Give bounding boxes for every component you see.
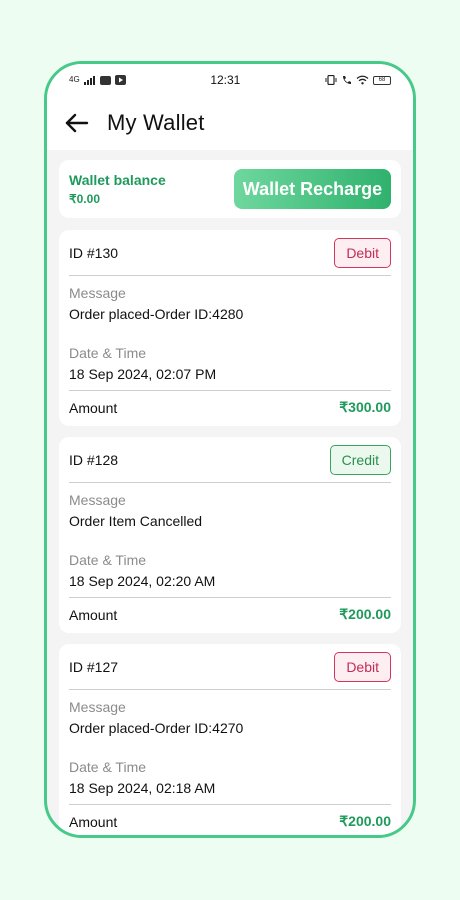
message-label: Message — [69, 285, 126, 301]
transaction-id: ID #130 — [69, 244, 119, 261]
transaction-id: ID #127 — [69, 658, 119, 675]
transaction-header: ID #130 Debit — [69, 230, 391, 276]
phone-frame: 4G 12:31 68 My Wallet Wallet balance ₹0.… — [44, 61, 416, 838]
network-type: 4G — [69, 75, 80, 84]
transaction-amount-row: Amount ₹200.00 — [69, 597, 391, 631]
notification-icon — [99, 75, 111, 85]
play-icon — [114, 75, 126, 85]
amount-label: Amount — [69, 606, 118, 623]
amount-value: ₹200.00 — [339, 813, 391, 829]
transaction-amount-row: Amount ₹300.00 — [69, 390, 391, 424]
amount-label: Amount — [69, 399, 118, 416]
datetime-value: 18 Sep 2024, 02:20 AM — [69, 573, 216, 589]
back-arrow-icon[interactable] — [65, 110, 91, 136]
status-time: 12:31 — [210, 73, 241, 87]
amount-label: Amount — [69, 813, 118, 830]
transaction-header: ID #127 Debit — [69, 644, 391, 690]
datetime-label: Date & Time — [69, 759, 147, 775]
message-value: Order Item Cancelled — [69, 513, 203, 529]
transaction-type-badge[interactable]: Debit — [334, 651, 391, 682]
balance-value: ₹0.00 — [69, 192, 100, 206]
balance-label: Wallet balance — [69, 172, 166, 188]
app-header: My Wallet — [47, 96, 413, 150]
wallet-balance-card: Wallet balance ₹0.00 Wallet Recharge — [59, 160, 401, 218]
transaction-type-badge[interactable]: Debit — [334, 237, 391, 268]
battery-icon: 68 — [372, 75, 391, 85]
wifi-icon — [356, 75, 369, 85]
balance-info: Wallet balance ₹0.00 — [69, 172, 166, 206]
transaction-header: ID #128 Credit — [69, 437, 391, 483]
datetime-label: Date & Time — [69, 345, 147, 361]
status-right: 68 — [325, 75, 391, 85]
transaction-card[interactable]: ID #128 Credit Message Order Item Cancel… — [59, 437, 401, 633]
signal-icon — [83, 76, 95, 85]
amount-value: ₹200.00 — [339, 606, 391, 622]
message-value: Order placed-Order ID:4280 — [69, 306, 244, 322]
transaction-id: ID #128 — [69, 451, 119, 468]
amount-value: ₹300.00 — [339, 399, 391, 415]
transaction-card[interactable]: ID #130 Debit Message Order placed-Order… — [59, 230, 401, 426]
wallet-content[interactable]: Wallet balance ₹0.00 Wallet Recharge ID … — [47, 150, 413, 835]
datetime-value: 18 Sep 2024, 02:18 AM — [69, 780, 216, 796]
transaction-card[interactable]: ID #127 Debit Message Order placed-Order… — [59, 644, 401, 835]
datetime-value: 18 Sep 2024, 02:07 PM — [69, 366, 217, 382]
vibrate-icon — [325, 75, 337, 85]
status-left: 4G — [69, 75, 126, 85]
datetime-label: Date & Time — [69, 552, 147, 568]
page-title: My Wallet — [107, 110, 205, 135]
transaction-type-badge[interactable]: Credit — [329, 444, 391, 475]
status-bar: 4G 12:31 68 — [47, 64, 413, 96]
call-icon — [342, 76, 351, 84]
message-label: Message — [69, 492, 126, 508]
message-value: Order placed-Order ID:4270 — [69, 720, 244, 736]
wallet-recharge-button[interactable]: Wallet Recharge — [234, 169, 391, 209]
transaction-amount-row: Amount ₹200.00 — [69, 804, 391, 835]
message-label: Message — [69, 699, 126, 715]
